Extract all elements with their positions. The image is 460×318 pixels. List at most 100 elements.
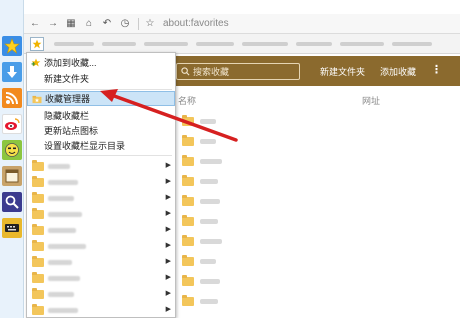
submenu-arrow-icon: ▶ xyxy=(165,274,171,281)
menu-folder-item[interactable]: ▶ xyxy=(27,207,175,221)
favorites-list xyxy=(176,108,460,318)
list-item[interactable] xyxy=(182,234,222,248)
bookmark-item[interactable] xyxy=(196,42,234,46)
magnifier-icon[interactable] xyxy=(2,192,22,212)
notepad-icon[interactable] xyxy=(2,166,22,186)
bookmark-star-icon[interactable]: ☆ xyxy=(143,17,157,31)
folder-icon xyxy=(182,174,194,186)
folder-icon xyxy=(182,114,194,126)
bookmark-item[interactable] xyxy=(102,42,136,46)
list-item[interactable] xyxy=(182,154,222,168)
tabs-icon[interactable]: ▦ xyxy=(64,17,78,31)
list-item[interactable] xyxy=(182,294,218,308)
column-headers: 名称 网址 xyxy=(176,92,460,106)
folder-icon xyxy=(182,234,194,246)
search-input[interactable]: 搜索收藏 xyxy=(176,63,300,80)
menu-item-label: 添加到收藏... xyxy=(44,58,97,68)
list-item[interactable] xyxy=(182,254,216,268)
smiley-icon[interactable] xyxy=(2,140,22,160)
list-item[interactable] xyxy=(182,274,220,288)
menu-separator xyxy=(30,89,172,90)
folder-icon xyxy=(182,214,194,226)
menu-folder-item[interactable]: ▶ xyxy=(27,159,175,173)
folder-icon xyxy=(182,294,194,306)
rss-icon[interactable] xyxy=(2,88,22,108)
list-item[interactable] xyxy=(182,174,218,188)
folder-icon xyxy=(182,134,194,146)
favorites-star-icon[interactable] xyxy=(2,36,22,56)
submenu-arrow-icon: ▶ xyxy=(165,226,171,233)
submenu-arrow-icon: ▶ xyxy=(165,258,171,265)
submenu-arrow-icon: ▶ xyxy=(165,194,171,201)
list-item[interactable] xyxy=(182,114,216,128)
folder-icon xyxy=(32,224,44,235)
address-bar: ← → ▦ ⌂ ↶ ◷ ☆ about:favorites xyxy=(24,14,460,34)
add-favorite-button[interactable]: 添加收藏 xyxy=(380,65,416,78)
folder-icon xyxy=(32,272,44,283)
submenu-arrow-icon: ▶ xyxy=(165,162,171,169)
list-item[interactable] xyxy=(182,194,220,208)
menu-folder-item[interactable]: ▶ xyxy=(27,287,175,301)
menu-item-hide-favorites-bar[interactable]: 隐藏收藏栏 xyxy=(27,108,175,123)
bookmark-item[interactable] xyxy=(144,42,188,46)
folder-icon xyxy=(32,256,44,267)
menu-folder-item[interactable]: ▶ xyxy=(27,271,175,285)
star-icon xyxy=(32,39,42,49)
download-icon[interactable] xyxy=(2,62,22,82)
submenu-arrow-icon: ▶ xyxy=(165,210,171,217)
menu-folder-item[interactable]: ▶ xyxy=(27,191,175,205)
keyboard-icon[interactable] xyxy=(2,218,22,238)
home-icon[interactable]: ⌂ xyxy=(82,17,96,31)
search-icon xyxy=(181,67,190,76)
extension-sidebar xyxy=(0,0,24,318)
back-icon[interactable]: ← xyxy=(28,17,42,31)
bookmark-item[interactable] xyxy=(54,42,94,46)
folder-icon xyxy=(32,288,44,299)
submenu-arrow-icon: ▶ xyxy=(165,306,171,313)
submenu-arrow-icon: ▶ xyxy=(165,178,171,185)
bookmark-item[interactable] xyxy=(340,42,384,46)
history-icon[interactable]: ◷ xyxy=(118,17,132,31)
folder-star-icon xyxy=(32,95,42,104)
folder-icon xyxy=(182,274,194,286)
menu-item-update-site-icons[interactable]: 更新站点图标 xyxy=(27,123,175,138)
bookmark-item[interactable] xyxy=(392,42,432,46)
menu-item-add-to-favorites[interactable]: 添加到收藏... xyxy=(27,55,175,70)
list-item[interactable] xyxy=(182,214,218,228)
add-star-icon xyxy=(31,58,41,67)
folder-icon xyxy=(182,154,194,166)
favorites-header: 搜索收藏 新建文件夹 添加收藏 ⋮ xyxy=(176,56,460,86)
bookmark-item[interactable] xyxy=(242,42,288,46)
forward-icon[interactable]: → xyxy=(46,17,60,31)
more-menu-button[interactable]: ⋮ xyxy=(431,63,442,76)
column-name[interactable]: 名称 xyxy=(178,94,196,107)
menu-item-label: 收藏管理器 xyxy=(45,94,91,104)
bookmarks-menu-button[interactable] xyxy=(30,37,44,51)
folder-icon xyxy=(182,194,194,206)
menu-folder-item[interactable]: ▶ xyxy=(27,223,175,237)
search-placeholder: 搜索收藏 xyxy=(193,67,230,77)
menu-folder-item[interactable]: ▶ xyxy=(27,239,175,253)
column-url[interactable]: 网址 xyxy=(362,94,380,107)
weibo-icon[interactable] xyxy=(2,114,22,134)
undo-icon[interactable]: ↶ xyxy=(100,17,114,31)
url-field[interactable]: about:favorites xyxy=(163,18,229,29)
folder-icon xyxy=(32,208,44,219)
menu-item-new-folder[interactable]: 新建文件夹 xyxy=(27,71,175,86)
list-item[interactable] xyxy=(182,134,216,148)
menu-separator xyxy=(30,155,172,156)
menu-item-label: 更新站点图标 xyxy=(44,126,99,136)
folder-icon xyxy=(32,176,44,187)
menu-item-label: 设置收藏栏显示目录 xyxy=(44,141,126,151)
menu-item-label: 隐藏收藏栏 xyxy=(44,111,90,121)
bookmark-item[interactable] xyxy=(296,42,332,46)
menu-item-set-bar-directory[interactable]: 设置收藏栏显示目录 xyxy=(27,138,175,153)
menu-folder-item[interactable]: ▶ xyxy=(27,255,175,269)
menu-folder-item[interactable]: ▶ xyxy=(27,303,175,317)
bookmarks-bar xyxy=(24,34,460,54)
submenu-arrow-icon: ▶ xyxy=(165,242,171,249)
new-folder-button[interactable]: 新建文件夹 xyxy=(320,65,365,78)
menu-item-favorites-manager[interactable]: 收藏管理器 xyxy=(27,91,175,106)
menu-folder-item[interactable]: ▶ xyxy=(27,175,175,189)
submenu-arrow-icon: ▶ xyxy=(165,290,171,297)
